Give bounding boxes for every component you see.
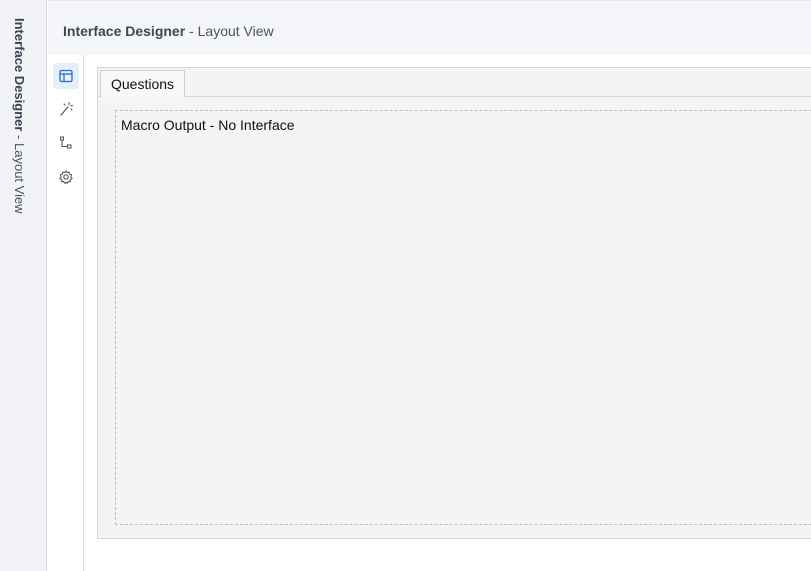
tab-strip: Questions	[98, 68, 811, 97]
page-title: Interface Designer - Layout View	[63, 23, 274, 39]
layout-icon	[59, 69, 73, 83]
actions-button[interactable]	[53, 96, 79, 122]
layout-content: Questions Macro Output - No Interface	[85, 55, 811, 571]
interface-designer-window: Interface Designer - Layout View Interfa…	[0, 0, 811, 571]
side-tab-label: Interface Designer - Layout View	[12, 18, 27, 214]
layout-view-button[interactable]	[53, 63, 79, 89]
tree-icon	[59, 136, 72, 149]
side-tab-subtitle: Layout View	[12, 143, 27, 214]
panel-header: Interface Designer - Layout View	[48, 0, 811, 55]
gear-icon	[59, 170, 73, 184]
header-title: Interface Designer	[63, 23, 186, 39]
layout-canvas[interactable]: Macro Output - No Interface	[115, 110, 811, 525]
header-subtitle: Layout View	[197, 23, 274, 39]
questions-panel: Questions Macro Output - No Interface	[97, 67, 811, 539]
tree-view-button[interactable]	[53, 130, 79, 156]
settings-button[interactable]	[53, 164, 79, 190]
canvas-label: Macro Output - No Interface	[121, 117, 295, 133]
tab-questions[interactable]: Questions	[100, 70, 186, 97]
icon-rail	[48, 55, 84, 571]
header-separator: -	[185, 23, 198, 39]
side-tab-separator: -	[12, 131, 27, 143]
side-tab-title: Interface Designer	[12, 18, 27, 132]
collapsed-side-tab[interactable]: Interface Designer - Layout View	[0, 0, 47, 571]
magic-wand-icon	[60, 101, 74, 116]
